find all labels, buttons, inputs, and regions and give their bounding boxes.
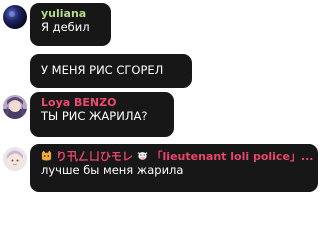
message-text: ТЫ РИС ЖАРИЛА? xyxy=(41,109,148,123)
author-name[interactable]: Loya BENZO xyxy=(41,96,164,109)
message-text: У МЕНЯ РИС СГОРЕЛ xyxy=(41,63,164,77)
message-text: Я дебил xyxy=(41,20,90,34)
author-title: 「lieutenant loli police」... xyxy=(151,150,314,163)
message-bubble: Loya BENZO ТЫ РИС ЖАРИЛА? xyxy=(30,92,174,137)
message-bubble: yuliana Я дебил xyxy=(30,3,111,46)
message-text: лучше бы меня жарила xyxy=(41,163,184,177)
avatar-lieutenant[interactable] xyxy=(3,147,27,171)
avatar-loya-benzo[interactable] xyxy=(3,95,27,119)
cow-emoji-icon xyxy=(137,150,148,161)
chibi-portrait-avatar-icon xyxy=(3,147,27,171)
author-name: り卂ㄥㄩひモレ xyxy=(55,150,133,163)
author-name-row[interactable]: り卂ㄥㄩひモレ 「lieutenant loli police」... xyxy=(41,150,313,163)
author-name[interactable]: yuliana xyxy=(41,7,101,20)
cat-emoji-icon xyxy=(41,150,52,161)
message-bubble: り卂ㄥㄩひモレ 「lieutenant loli police」... лучш… xyxy=(30,144,318,192)
anime-portrait-avatar-icon xyxy=(3,95,27,119)
avatar-yuliana[interactable] xyxy=(3,5,27,29)
dark-sphere-avatar-icon xyxy=(3,5,27,29)
message-bubble: У МЕНЯ РИС СГОРЕЛ xyxy=(30,54,192,88)
chat-log: yuliana Я дебил У МЕНЯ РИС СГОРЕЛ Loya B… xyxy=(0,0,320,244)
